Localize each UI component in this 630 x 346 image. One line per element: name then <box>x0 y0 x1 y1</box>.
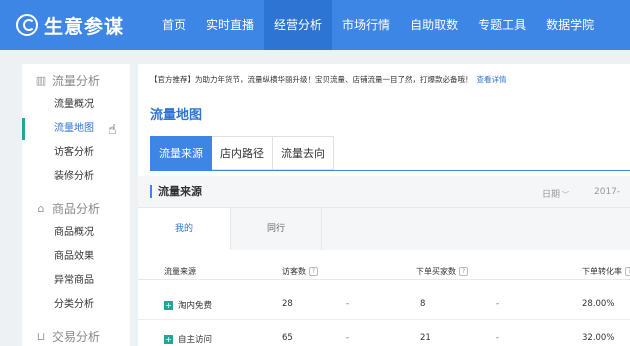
sidebar-group-label: 商品分析 <box>52 201 101 216</box>
sidebar-item-visitor-analysis[interactable]: 访客分析 <box>22 142 130 164</box>
sidebar-group-label: 流量分析 <box>52 73 101 88</box>
main-nav: 首页 实时直播 经营分析 市场行情 自助取数 专题工具 数据学院 <box>152 0 604 50</box>
nav-market[interactable]: 市场行情 <box>332 0 400 50</box>
help-icon[interactable]: ? <box>459 267 468 276</box>
expand-icon[interactable]: + <box>164 335 173 344</box>
column-header-label: 访客数 <box>282 267 306 276</box>
bar-chart-icon: ▥ <box>35 73 47 87</box>
date-label: 日期 <box>542 190 561 200</box>
nav-self-service[interactable]: 自助取数 <box>400 0 468 50</box>
subtab-peers[interactable]: 同行 <box>230 208 322 250</box>
tab-bar: 流量来源 店内路径 流量去向 <box>150 136 334 170</box>
page-title: 流量地图 <box>150 108 203 123</box>
subtab-bar: 我的 同行 <box>138 208 630 250</box>
notice-link[interactable]: 查看详情 <box>477 75 507 84</box>
tabs-divider <box>150 170 630 171</box>
notice-text: 【官方推荐】为助力年货节，流量纵横华丽升级！宝贝流量、店铺流量一目了然，打爆款必… <box>150 75 473 84</box>
rate-cell: 28.00% <box>582 299 615 309</box>
visitors-cell: 65 <box>282 333 293 343</box>
table-row: + 淘内免费 28 - 8 - 28.00% <box>138 286 630 320</box>
expand-icon[interactable]: + <box>164 301 173 310</box>
buyers-cell: 21 <box>420 333 431 343</box>
sidebar-item-product-effect[interactable]: 商品效果 <box>22 246 130 268</box>
source-label: 淘内免费 <box>178 301 213 311</box>
nav-live[interactable]: 实时直播 <box>196 0 264 50</box>
help-icon[interactable]: ? <box>625 267 630 276</box>
app-logo[interactable]: 生意参谋 <box>16 12 124 38</box>
buyers-cell: 8 <box>420 299 426 309</box>
column-header-label: 下单转化率 <box>582 267 622 276</box>
help-icon[interactable]: ? <box>309 267 318 276</box>
bag-icon: ⌂ <box>37 201 45 215</box>
column-header-visitors: 访客数? <box>282 266 318 277</box>
sidebar: ▥ 流量分析 流量概况 流量地图 ☝ 访客分析 装修分析 ⌂ 商品分析 商品概况… <box>22 64 130 346</box>
sidebar-item-product-overview[interactable]: 商品概况 <box>22 222 130 244</box>
sidebar-item-abnormal-products[interactable]: 异常商品 <box>22 270 130 292</box>
sidebar-group-label: 交易分析 <box>52 329 101 344</box>
table-row: + 自主访问 65 - 21 - 32.00% <box>138 320 630 346</box>
visitors-change: - <box>346 299 350 309</box>
nav-operation-analysis[interactable]: 经营分析 <box>264 0 333 50</box>
sidebar-group-transaction[interactable]: ⊔ 交易分析 <box>22 326 130 346</box>
buyers-change: - <box>496 333 500 343</box>
sidebar-item-traffic-overview[interactable]: 流量概况 <box>22 94 130 116</box>
sidebar-group-traffic[interactable]: ▥ 流量分析 <box>22 70 130 90</box>
logo-icon <box>16 14 38 36</box>
rate-cell: 32.00% <box>582 333 615 343</box>
cart-icon: ⊔ <box>36 329 46 343</box>
source-cell: + 淘内免费 <box>164 299 212 311</box>
nav-tools[interactable]: 专题工具 <box>468 0 536 50</box>
app-title: 生意参谋 <box>44 15 125 38</box>
nav-academy[interactable]: 数据学院 <box>536 0 604 50</box>
source-label: 自主访问 <box>178 335 213 345</box>
panel-header: 流量来源 日期 ﹀ 2017- <box>138 176 630 208</box>
visitors-change: - <box>346 333 350 343</box>
column-header-buyers: 下单买家数? <box>416 266 468 277</box>
column-header-source: 流量来源 <box>164 267 196 276</box>
sidebar-group-product[interactable]: ⌂ 商品分析 <box>22 198 130 218</box>
date-value[interactable]: 2017- <box>594 187 620 197</box>
tab-traffic-destination[interactable]: 流量去向 <box>273 136 334 170</box>
sidebar-item-decoration-analysis[interactable]: 装修分析 <box>22 166 130 188</box>
nav-home[interactable]: 首页 <box>152 0 196 50</box>
tab-store-path[interactable]: 店内路径 <box>212 136 273 170</box>
column-header-label: 下单买家数 <box>416 267 456 276</box>
panel-title: 流量来源 <box>150 185 202 198</box>
date-dropdown[interactable]: 日期 ﹀ <box>542 187 569 200</box>
hand-cursor-icon: ☝ <box>108 122 117 138</box>
subtab-mine[interactable]: 我的 <box>138 208 230 250</box>
sidebar-item-category-analysis[interactable]: 分类分析 <box>22 294 130 316</box>
tab-traffic-source[interactable]: 流量来源 <box>150 136 212 170</box>
main-content: 【官方推荐】为助力年货节，流量纵横华丽升级！宝贝流量、店铺流量一目了然，打爆款必… <box>138 64 630 346</box>
source-cell: + 自主访问 <box>164 333 212 345</box>
top-navbar: 生意参谋 首页 实时直播 经营分析 市场行情 自助取数 专题工具 数据学院 <box>0 0 630 50</box>
buyers-change: - <box>496 299 500 309</box>
chevron-down-icon: ﹀ <box>562 191 570 199</box>
notice-banner: 【官方推荐】为助力年货节，流量纵横华丽升级！宝贝流量、店铺流量一目了然，打爆款必… <box>150 74 507 85</box>
table-header: 流量来源 访客数? 下单买家数? 下单转化率? <box>138 262 630 280</box>
visitors-cell: 28 <box>282 299 293 309</box>
column-header-rate: 下单转化率? <box>582 266 630 277</box>
